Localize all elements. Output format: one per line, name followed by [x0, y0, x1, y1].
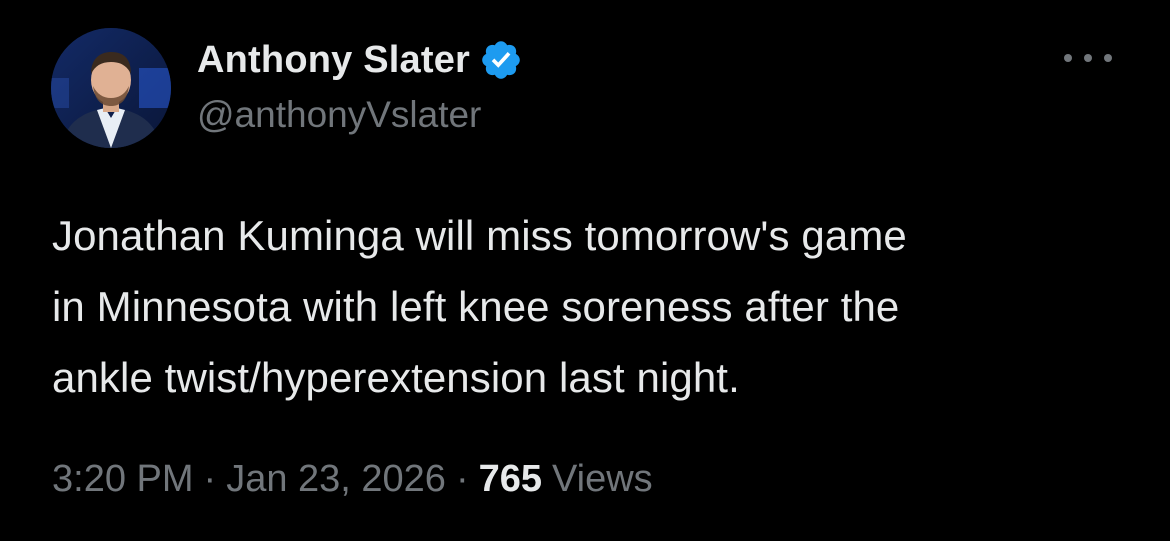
- more-dot: [1084, 54, 1092, 62]
- more-dot: [1064, 54, 1072, 62]
- author-handle[interactable]: @anthonyVslater: [197, 94, 481, 136]
- user-avatar-photo: [51, 28, 171, 148]
- more-options-icon[interactable]: [1064, 44, 1112, 72]
- author-avatar[interactable]: [51, 28, 171, 148]
- tweet-card: Anthony Slater @anthonyVslater Jonathan …: [0, 0, 1170, 541]
- views-label[interactable]: Views: [552, 458, 653, 501]
- views-count[interactable]: 765: [479, 458, 542, 501]
- tweet-text: Jonathan Kuminga will miss tomorrow's ga…: [52, 212, 907, 401]
- author-name-row: Anthony Slater: [197, 34, 523, 86]
- meta-separator: ·: [455, 458, 469, 500]
- author-display-name[interactable]: Anthony Slater: [197, 39, 470, 82]
- meta-separator: ·: [203, 458, 217, 500]
- verified-badge-icon[interactable]: [479, 38, 523, 82]
- tweet-date[interactable]: Jan 23, 2026: [226, 458, 446, 501]
- tweet-metadata: 3:20 PM · Jan 23, 2026 · 765 Views: [52, 458, 653, 501]
- more-dot: [1104, 54, 1112, 62]
- tweet-time[interactable]: 3:20 PM: [52, 458, 194, 501]
